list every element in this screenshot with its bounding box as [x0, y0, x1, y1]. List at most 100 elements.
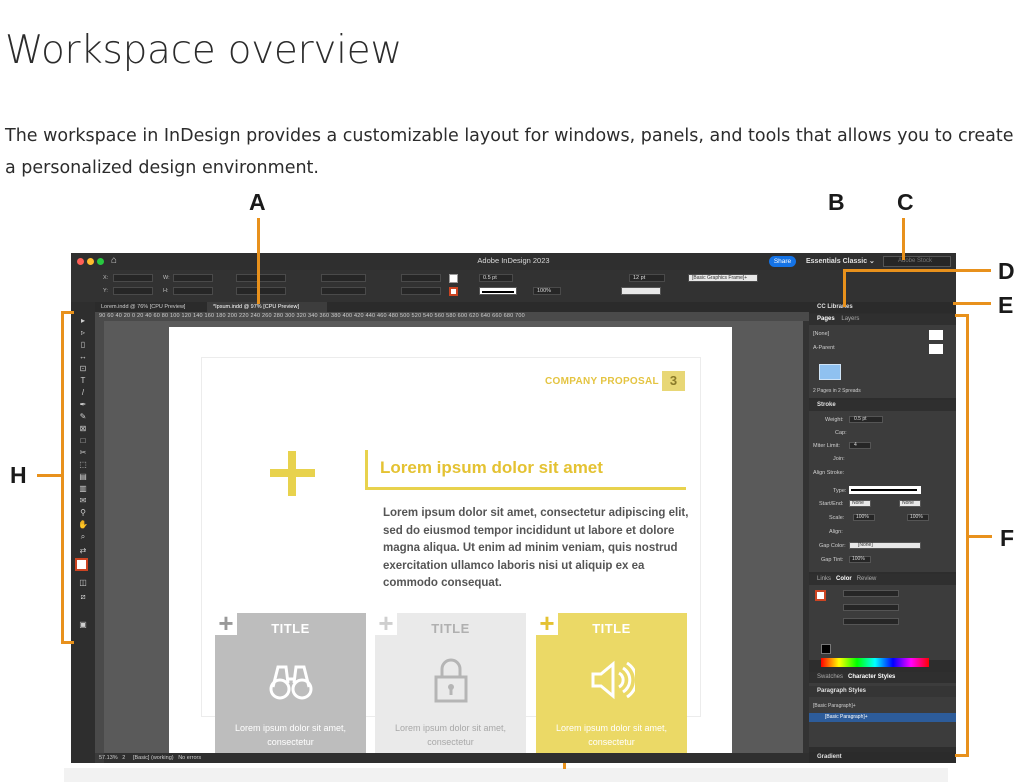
- pages-tab[interactable]: Pages: [817, 316, 835, 322]
- callout-line-c: [902, 218, 905, 260]
- card-text: Lorem ipsum dolor sit amet, consectetur: [555, 723, 668, 747]
- stroke-type-preview[interactable]: [479, 287, 517, 295]
- miter-limit-input[interactable]: 4: [849, 442, 871, 449]
- status-page[interactable]: 2: [122, 755, 125, 761]
- opacity-field[interactable]: [401, 274, 441, 282]
- color-tab[interactable]: Color: [836, 576, 852, 582]
- paragraph-styles-tab[interactable]: Paragraph Styles: [809, 686, 956, 697]
- end-arrow-select[interactable]: None: [899, 500, 921, 507]
- fill-swatch-icon[interactable]: [449, 274, 458, 283]
- card-title: TITLE: [431, 621, 470, 636]
- fill-color-field[interactable]: [621, 287, 661, 295]
- document-headline: Lorem ipsum dolor sit amet: [380, 458, 603, 477]
- content-collector-icon[interactable]: ⊡: [78, 364, 88, 373]
- gradient-swatch-tool-icon[interactable]: ▤: [78, 472, 88, 481]
- review-tab[interactable]: Review: [857, 576, 877, 582]
- color-fill-stroke-icon[interactable]: [815, 590, 826, 601]
- none-parent-label[interactable]: [None]: [813, 331, 829, 337]
- page-thumbnail[interactable]: [819, 364, 841, 380]
- vertical-ruler: [95, 321, 104, 753]
- stroke-type-select[interactable]: [849, 486, 921, 494]
- angle-field[interactable]: [401, 287, 441, 295]
- document-body-text: Lorem ipsum dolor sit amet, consectetur …: [383, 507, 689, 589]
- screen-mode-icon[interactable]: ▣: [78, 620, 88, 629]
- scale-y-field[interactable]: [321, 287, 366, 295]
- rectangle-frame-tool-icon[interactable]: ⊠: [78, 424, 88, 433]
- x-field[interactable]: [113, 274, 153, 282]
- status-errors[interactable]: No errors: [178, 755, 201, 761]
- zoom-field[interactable]: 100%: [533, 287, 561, 295]
- character-styles-tab[interactable]: Character Styles: [848, 674, 895, 680]
- scale-start-input[interactable]: 100%: [853, 514, 875, 521]
- gap-color-label: Gap Color:: [819, 543, 846, 549]
- apply-none-icon[interactable]: ⧄: [78, 592, 88, 601]
- tools-panel: ▸ ▹ ▯ ↔ ⊡ T / ✒ ✎ ⊠ □ ✂ ⬚ ▤ ▥ ✉ ⚲ ✋ ⌕ ⇄ …: [71, 302, 95, 763]
- card-title: TITLE: [271, 621, 310, 636]
- font-size-field[interactable]: 12 pt: [629, 274, 665, 282]
- color-spectrum[interactable]: [821, 658, 929, 667]
- color-tab-row: Links Color Review: [809, 574, 956, 585]
- gap-tint-input[interactable]: 100%: [849, 556, 871, 563]
- page-tool-icon[interactable]: ▯: [78, 340, 88, 349]
- swap-fill-stroke-icon[interactable]: ⇄: [78, 546, 88, 555]
- color-m-slider[interactable]: [843, 604, 899, 611]
- basic-paragraph-style[interactable]: [Basic Paragraph]+: [813, 703, 856, 709]
- a-parent-thumb[interactable]: [929, 344, 943, 354]
- free-transform-tool-icon[interactable]: ⬚: [78, 460, 88, 469]
- w-field[interactable]: [173, 274, 213, 282]
- status-zoom[interactable]: 57.13%: [99, 755, 118, 761]
- black-swatch-icon[interactable]: [821, 644, 831, 654]
- frame-style-select[interactable]: [Basic Graphics Frame]+: [688, 274, 758, 282]
- document-tab-lorem[interactable]: Lorem.indd @ 76% [CPU Preview]: [95, 302, 205, 312]
- callout-line-f: [969, 535, 992, 538]
- h-field[interactable]: [173, 287, 213, 295]
- workspace-switcher[interactable]: Essentials Classic ⌄: [806, 257, 875, 265]
- scale-x-field[interactable]: [321, 274, 366, 282]
- pages-tab-row: Pages Layers: [809, 314, 956, 325]
- color-y-slider[interactable]: [843, 618, 899, 625]
- zoom-tool-icon[interactable]: ⌕: [78, 532, 88, 541]
- gradient-feather-tool-icon[interactable]: ▥: [78, 484, 88, 493]
- formatting-affects-container-icon[interactable]: ◫: [78, 578, 88, 587]
- stroke-weight-field[interactable]: 0.5 pt: [479, 274, 513, 282]
- line-tool-icon[interactable]: /: [78, 388, 88, 397]
- type-tool-icon[interactable]: T: [78, 376, 88, 385]
- gradient-tab[interactable]: Gradient: [809, 752, 956, 763]
- layers-tab[interactable]: Layers: [841, 316, 859, 322]
- document-page: COMPANY PROPOSAL 3 Lorem ipsum dolor sit…: [169, 327, 732, 753]
- rectangle-tool-icon[interactable]: □: [78, 436, 88, 445]
- stroke-weight-input[interactable]: 0.5 pt: [849, 416, 883, 423]
- color-c-slider[interactable]: [843, 590, 899, 597]
- status-bar: 57.13% 2 [Basic] (working) No errors: [95, 753, 395, 763]
- stroke-tab[interactable]: Stroke: [809, 400, 956, 411]
- gap-tool-icon[interactable]: ↔: [78, 352, 88, 361]
- callout-line-d: [843, 269, 991, 272]
- start-arrow-select[interactable]: None: [849, 500, 871, 507]
- gap-color-select[interactable]: [None]: [849, 542, 921, 549]
- share-button[interactable]: Share: [769, 256, 796, 267]
- pencil-tool-icon[interactable]: ✎: [78, 412, 88, 421]
- a-parent-label[interactable]: A-Parent: [813, 345, 835, 351]
- note-tool-icon[interactable]: ✉: [78, 496, 88, 505]
- workspace-label: Essentials Classic: [806, 258, 868, 265]
- selection-tool-icon[interactable]: ▸: [78, 316, 88, 325]
- direct-selection-tool-icon[interactable]: ▹: [78, 328, 88, 337]
- swatches-tab[interactable]: Swatches: [817, 674, 843, 680]
- none-parent-thumb[interactable]: [929, 330, 943, 340]
- rotate-field[interactable]: [236, 274, 286, 282]
- hand-tool-icon[interactable]: ✋: [78, 520, 88, 529]
- document-tab-ipsum[interactable]: *Ipsum.indd @ 97% [CPU Preview]: [207, 302, 327, 312]
- selected-style-row[interactable]: [Basic Paragraph]+: [809, 713, 956, 722]
- y-field[interactable]: [113, 287, 153, 295]
- pen-tool-icon[interactable]: ✒: [78, 400, 88, 409]
- eyedropper-tool-icon[interactable]: ⚲: [78, 508, 88, 517]
- scissors-tool-icon[interactable]: ✂: [78, 448, 88, 457]
- shear-field[interactable]: [236, 287, 286, 295]
- stroke-swatch-icon[interactable]: [449, 287, 458, 296]
- status-style[interactable]: [Basic] (working): [133, 755, 174, 761]
- cc-libraries-tab[interactable]: CC Libraries: [809, 302, 956, 313]
- stock-search-input[interactable]: Adobe Stock: [883, 256, 951, 267]
- links-tab[interactable]: Links: [817, 576, 831, 582]
- fill-stroke-icon[interactable]: [75, 558, 88, 571]
- scale-end-input[interactable]: 100%: [907, 514, 929, 521]
